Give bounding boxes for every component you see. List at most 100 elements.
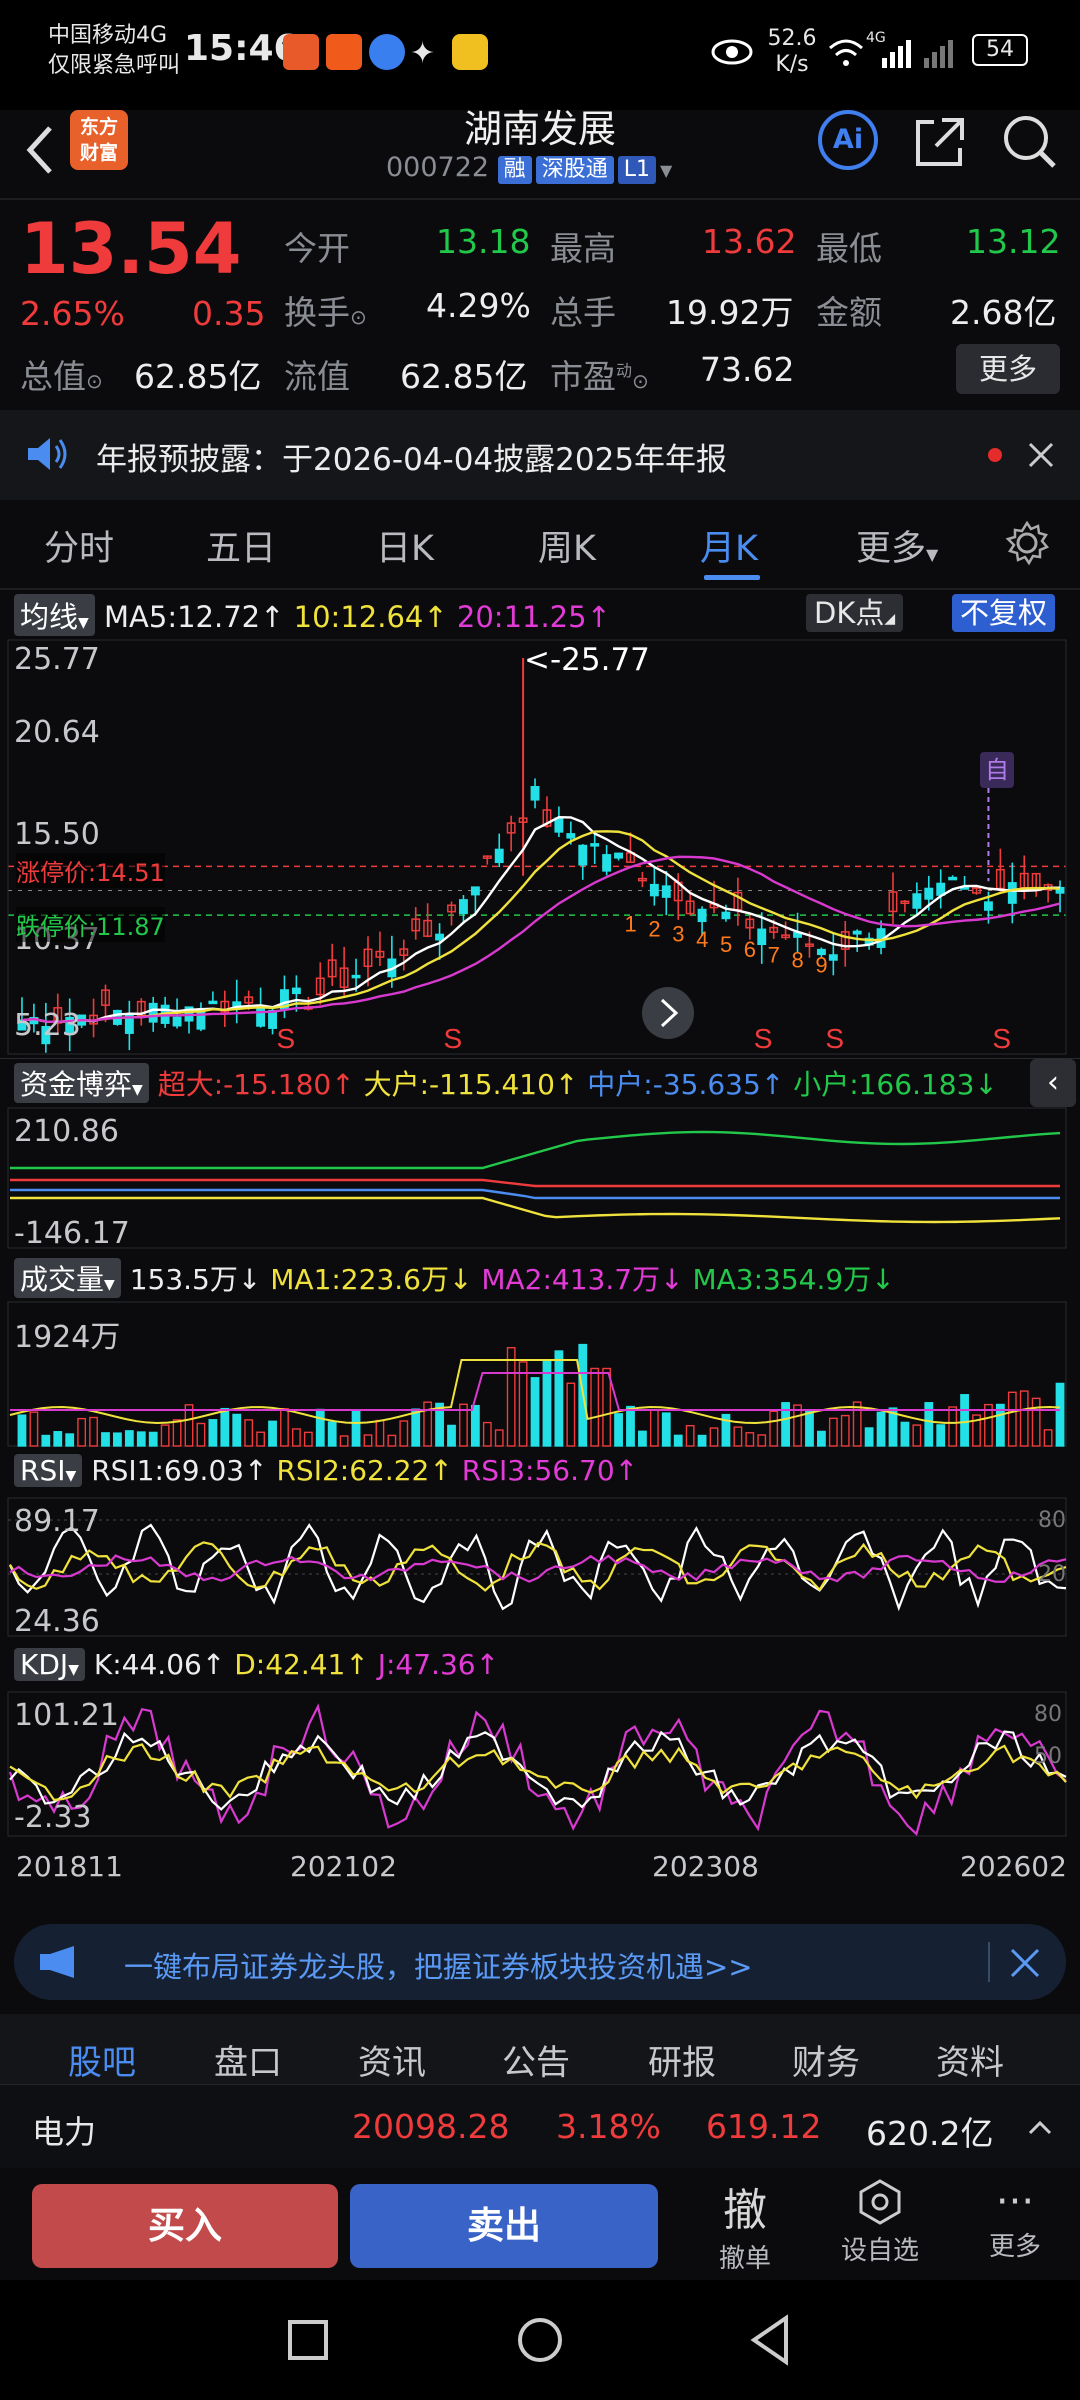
candle-body — [435, 933, 445, 941]
kdj-j: J:47.36 — [377, 1648, 476, 1681]
custom-marker[interactable]: 自 — [980, 752, 1014, 788]
kdj-d: D:42.41 — [234, 1648, 346, 1681]
tab-daily[interactable]: 日K — [376, 520, 434, 571]
tab-intraday[interactable]: 分时 — [44, 520, 114, 571]
stock-code-row[interactable]: 000722 融深股通 L1 ▼ — [386, 152, 672, 184]
chart-frame — [7, 1107, 1067, 1249]
kdj-k: K:44.06 — [93, 1648, 202, 1681]
float-value: 62.85亿 — [400, 357, 528, 396]
tab-announcements[interactable]: 公告 — [502, 2035, 570, 2084]
ad-banner[interactable]: 一键布局证券龙头股，把握证券板块投资机遇>> — [14, 1924, 1066, 2000]
rsi-selector[interactable]: RSI▼ — [14, 1454, 83, 1487]
volume-bar — [339, 1435, 349, 1447]
next-arrow-button — [642, 987, 694, 1039]
recents-icon[interactable] — [286, 2318, 330, 2362]
kdj-chart — [7, 1691, 1067, 1837]
volume-bar — [661, 1412, 671, 1447]
volume-bar — [900, 1421, 910, 1447]
candle-body — [757, 928, 767, 946]
tag-level: L1 — [617, 156, 656, 184]
volume-bar — [327, 1421, 337, 1447]
x-axis: 201811 202102 202308 202602 — [0, 1840, 1080, 1896]
vol-max-label: 1924万 — [14, 1320, 121, 1355]
system-nav-bar — [0, 2280, 1080, 2400]
kdj-j-line — [8, 1703, 1067, 1836]
mktcap-label: 总值⊙ — [20, 357, 103, 396]
volume-bar — [506, 1346, 516, 1447]
volume-bar — [530, 1377, 540, 1447]
ai-icon[interactable]: Ai — [818, 110, 878, 170]
kdj-selector[interactable]: KDJ▼ — [14, 1648, 85, 1681]
volume-bar — [864, 1427, 874, 1447]
seq-label: 4 — [696, 927, 708, 952]
turnover-value: 4.29% — [426, 286, 531, 325]
volume-bar — [733, 1426, 743, 1447]
tab-more[interactable]: 更多▼ — [856, 520, 938, 571]
tab-weekly[interactable]: 周K — [538, 520, 596, 571]
candle-body — [458, 899, 468, 915]
volume-chart — [7, 1301, 1067, 1447]
back-nav-icon[interactable] — [748, 2314, 792, 2366]
tab-forum[interactable]: 股吧 — [68, 2035, 136, 2084]
peak-annotation: <-25.77 — [524, 642, 650, 678]
tag-margin: 融 — [497, 156, 532, 184]
fund-mid: 中户:-35.635 — [587, 1068, 761, 1101]
tab-orderbook[interactable]: 盘口 — [214, 2035, 282, 2084]
cancel-order-button[interactable]: 撤 撤单 — [700, 2174, 790, 2275]
candle-body — [614, 852, 624, 859]
tab-five-day[interactable]: 五日 — [206, 520, 276, 571]
volume-bar — [673, 1434, 683, 1447]
megaphone-icon — [40, 1946, 74, 1978]
ad-close-icon[interactable] — [1008, 1946, 1042, 1980]
ma-selector[interactable]: 均线▼ — [14, 594, 95, 636]
close-icon[interactable] — [1026, 440, 1056, 470]
tag-sz-connect: 深股通 — [535, 156, 614, 184]
dk-button[interactable]: DK点◢ — [806, 594, 904, 632]
seq-label: 2 — [648, 916, 660, 941]
eye-icon — [711, 39, 753, 65]
tab-monthly[interactable]: 月K — [700, 520, 758, 571]
search-icon[interactable] — [1000, 112, 1060, 172]
gear-icon[interactable] — [1004, 520, 1050, 566]
info-icon: ⊙ — [350, 305, 367, 329]
candle-body — [291, 987, 301, 995]
volume-bar — [220, 1407, 230, 1447]
fund-selector[interactable]: 资金博弈▼ — [14, 1063, 149, 1103]
volume-selector[interactable]: 成交量▼ — [14, 1258, 121, 1298]
add-watchlist-button[interactable]: 设自选 — [830, 2178, 930, 2267]
volume-bar — [29, 1411, 39, 1447]
price-label-2: 20.64 — [14, 715, 100, 750]
candle-body — [649, 883, 659, 897]
buy-button[interactable]: 买入 — [32, 2184, 338, 2268]
volume-bar — [470, 1404, 480, 1447]
adjust-button[interactable]: 不复权 — [952, 594, 1056, 632]
wechat-notif-icon: ✦ — [410, 36, 436, 71]
more-quote-button[interactable]: 更多 — [956, 344, 1060, 394]
candle-body — [530, 785, 540, 801]
sector-row[interactable]: 电力 20098.28 3.18% 619.12 620.2亿 — [0, 2084, 1080, 2168]
change-amount: 0.35 — [192, 294, 266, 333]
kdj-min-label: -2.33 — [14, 1800, 92, 1835]
tab-news[interactable]: 资讯 — [358, 2035, 426, 2084]
share-icon[interactable] — [912, 114, 968, 170]
kline-chart[interactable]: 1 2 3 4 5 6 7 8 9 S S S S S — [0, 638, 1080, 1058]
volume-bar — [1055, 1382, 1065, 1447]
signal-icon — [882, 40, 953, 68]
sell-button[interactable]: 卖出 — [350, 2184, 658, 2268]
kdj-header: KDJ▼ K:44.06↑ D:42.41↑ J:47.36↑ — [14, 1648, 499, 1681]
tab-research[interactable]: 研报 — [648, 2035, 716, 2084]
chevron-down-icon: ▼ — [659, 161, 673, 180]
x-tick-3: 202602 — [960, 1850, 1067, 1883]
volume-bar — [840, 1414, 850, 1447]
volume-bar — [805, 1410, 814, 1447]
home-icon[interactable] — [516, 2316, 564, 2364]
tab-profile[interactable]: 资料 — [936, 2035, 1004, 2084]
candle-body — [852, 930, 862, 935]
notice-bar[interactable]: 年报预披露：于2026-04-04披露2025年年报 — [0, 410, 1080, 500]
tab-finance[interactable]: 财务 — [792, 2035, 860, 2084]
more-actions-button[interactable]: ··· 更多 — [970, 2178, 1060, 2263]
chevron-up-icon[interactable] — [1028, 2119, 1052, 2135]
volume-bar — [17, 1414, 27, 1447]
collapse-icon[interactable]: ‹ — [1030, 1059, 1076, 1107]
volume-bar — [638, 1430, 647, 1447]
